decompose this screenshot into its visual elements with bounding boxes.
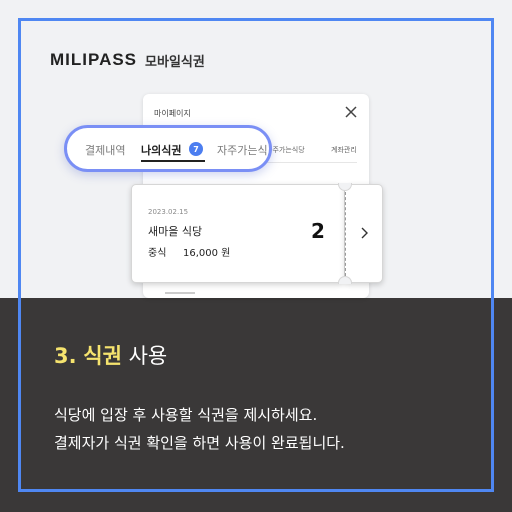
tab-frequent-restaurants-partial[interactable]: 자주가는식 xyxy=(217,142,268,158)
highlighted-tab-bar: 결제내역 나의식권 7 자주가는식 xyxy=(64,125,272,172)
ticket-date: 2023.02.15 xyxy=(148,208,189,216)
ticket-notch-bottom xyxy=(338,276,352,284)
ticket-count-badge: 7 xyxy=(189,142,203,156)
ticket-price: 16,000 원 xyxy=(183,248,231,259)
step-action: 사용 xyxy=(128,344,168,368)
tab-account-management[interactable]: 계좌관리 xyxy=(331,145,357,155)
step-number: 3. xyxy=(54,344,77,368)
ticket-perforation xyxy=(345,192,346,276)
tab-my-tickets[interactable]: 나의식권 xyxy=(141,142,181,158)
page-title: 마이페이지 xyxy=(154,109,191,118)
brand-header: MILIPASS 모바일식권 xyxy=(50,50,205,70)
tab-payment-history[interactable]: 결제내역 xyxy=(85,142,125,158)
step-heading: 3. 식권 사용 xyxy=(54,340,167,370)
step-keyword: 식권 xyxy=(83,344,122,368)
restaurant-name: 새마을 식당 xyxy=(148,225,203,238)
meal-type: 중식 xyxy=(148,248,167,259)
chevron-right-icon[interactable] xyxy=(359,227,369,239)
list-placeholder xyxy=(165,292,195,294)
ticket-quantity: 2 xyxy=(311,219,325,243)
brand-subtitle: 모바일식권 xyxy=(145,54,205,70)
description-line-2: 결제자가 식권 확인을 하면 사용이 완료됩니다. xyxy=(54,434,345,452)
brand-logo: MILIPASS xyxy=(50,50,138,69)
active-tab-indicator xyxy=(141,160,205,162)
description-line-1: 식당에 입장 후 사용할 식권을 제시하세요. xyxy=(54,406,318,424)
meal-ticket-card[interactable]: 2023.02.15 새마을 식당 중식 16,000 원 2 xyxy=(131,183,383,284)
close-icon[interactable] xyxy=(343,104,359,120)
